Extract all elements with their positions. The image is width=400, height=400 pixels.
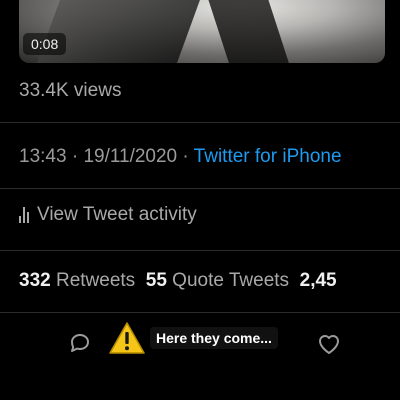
- tweet-date: 19/11/2020: [83, 146, 178, 167]
- view-count: 33.4K views: [19, 80, 122, 101]
- heart-icon[interactable]: [316, 332, 342, 356]
- tweet-timestamp: 13:43 · 19/11/2020 · Twitter for iPhone: [19, 146, 342, 168]
- divider: [0, 188, 400, 189]
- tweet-source-link[interactable]: Twitter for iPhone: [194, 146, 342, 167]
- video-frame-shadow: [206, 0, 292, 63]
- tweet-stats: 332 Retweets 55 Quote Tweets 2,45: [19, 270, 337, 292]
- retweets-label: Retweets: [55, 270, 136, 291]
- reply-icon[interactable]: [68, 332, 92, 354]
- quote-tweets-count: 55: [145, 270, 167, 291]
- meta-separator: ·: [66, 146, 84, 167]
- warning-icon: [109, 322, 145, 354]
- retweets-stat[interactable]: 332 Retweets: [19, 270, 135, 291]
- caption-text: Here they come...: [150, 327, 278, 349]
- video-duration: 0:08: [23, 33, 67, 55]
- tweet-video[interactable]: 0:08: [19, 0, 385, 63]
- video-caption-overlay: Here they come...: [108, 321, 278, 355]
- divider: [0, 122, 400, 123]
- view-tweet-activity-link[interactable]: View Tweet activity: [19, 204, 197, 226]
- bar-chart-icon: [19, 207, 29, 223]
- quote-tweets-label: Quote Tweets: [172, 270, 290, 291]
- meta-separator: ·: [177, 146, 194, 167]
- likes-stat[interactable]: 2,45: [300, 270, 337, 291]
- tweet-time: 13:43: [19, 146, 67, 167]
- quote-tweets-stat[interactable]: 55 Quote Tweets: [146, 270, 289, 291]
- activity-label: View Tweet activity: [37, 204, 197, 225]
- divider: [0, 312, 400, 313]
- divider: [0, 250, 400, 251]
- bottom-bar: [0, 386, 400, 400]
- likes-count: 2,45: [299, 270, 337, 291]
- retweets-count: 332: [19, 270, 51, 291]
